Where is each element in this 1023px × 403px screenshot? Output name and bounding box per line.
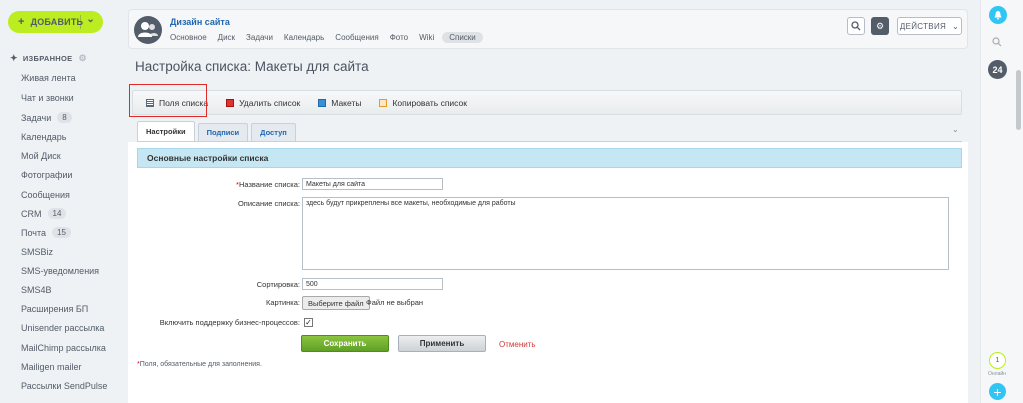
picture-label: Картинка: <box>265 298 300 307</box>
gear-icon[interactable]: ⚙ <box>78 53 86 64</box>
section-header: Основные настройки списка <box>137 148 962 168</box>
bp-checkbox[interactable]: ✓ <box>304 318 313 327</box>
group-tab-disk[interactable]: Диск <box>218 32 235 43</box>
header-search-button[interactable] <box>847 17 865 35</box>
counter-badge[interactable]: 24 <box>988 60 1007 79</box>
favorites-header[interactable]: ✦ ИЗБРАННОЕ ⚙ <box>10 53 87 64</box>
sidebar-item-calendar[interactable]: Календарь <box>21 132 66 142</box>
name-label: *Название списка: <box>236 180 300 189</box>
delete-list-button[interactable]: Удалить список <box>226 98 300 108</box>
delete-icon <box>226 98 235 107</box>
add-button[interactable]: + ДОБАВИТЬ ⌄ <box>8 11 103 33</box>
copy-icon <box>379 98 388 107</box>
sidebar-item-mail[interactable]: Почта 15 <box>21 227 71 238</box>
group-title[interactable]: Дизайн сайта <box>170 17 230 27</box>
apply-button[interactable]: Применить <box>398 335 486 352</box>
group-tab-main[interactable]: Основное <box>170 32 207 43</box>
tabs-divider <box>137 141 962 142</box>
online-users[interactable]: 1 <box>989 352 1006 369</box>
list-toolbar: Поля списка Удалить список Макеты Копиро… <box>132 90 962 115</box>
settings-tabs: Настройки Подписи Доступ <box>137 121 299 141</box>
sidebar-item-mailigen[interactable]: Mailigen mailer <box>21 362 82 372</box>
search-icon[interactable] <box>992 37 1002 50</box>
right-panel: 24 1 Онлайн + <box>980 0 1023 403</box>
sidebar-item-crm[interactable]: CRM 14 <box>21 208 67 219</box>
crm-count-badge: 14 <box>47 208 67 219</box>
sort-input[interactable] <box>302 278 443 290</box>
description-label: Описание списка: <box>237 199 300 208</box>
add-button-divider <box>80 15 81 29</box>
users-icon <box>138 22 158 37</box>
required-note: *Поля, обязательные для заполнения. <box>137 361 262 368</box>
chevron-down-icon[interactable]: ⌄ <box>86 14 95 25</box>
tab-access[interactable]: Доступ <box>251 123 296 141</box>
favorites-label: ИЗБРАННОЕ <box>22 54 73 63</box>
page-title: Настройка списка: Макеты для сайта <box>135 59 369 74</box>
left-sidebar: + ДОБАВИТЬ ⌄ ✦ ИЗБРАННОЕ ⚙ Живая лента Ч… <box>0 0 118 403</box>
group-tab-calendar[interactable]: Календарь <box>284 32 324 43</box>
collapse-chevron-icon[interactable]: ⌄ <box>952 125 959 134</box>
cancel-link[interactable]: Отменить <box>499 340 536 349</box>
tab-captions[interactable]: Подписи <box>197 123 249 141</box>
table-icon <box>318 98 327 107</box>
group-tab-tasks[interactable]: Задачи <box>246 32 273 43</box>
sidebar-item-mailchimp[interactable]: MailChimp рассылка <box>21 343 106 353</box>
sidebar-item-smsbiz[interactable]: SMSBiz <box>21 247 53 257</box>
mail-count-badge: 15 <box>52 227 71 238</box>
sidebar-item-disk[interactable]: Мой Диск <box>21 151 61 161</box>
tab-settings[interactable]: Настройки <box>137 121 195 141</box>
bell-icon <box>994 11 1002 20</box>
list-name-input[interactable] <box>302 178 443 190</box>
scrollbar[interactable] <box>1016 70 1021 130</box>
group-tab-lists[interactable]: Списки <box>442 32 483 43</box>
group-tab-wiki[interactable]: Wiki <box>419 32 434 43</box>
add-button-label: ДОБАВИТЬ <box>30 17 84 27</box>
save-button[interactable]: Сохранить <box>301 335 389 352</box>
choose-file-button[interactable]: Выберите файл <box>302 296 370 310</box>
group-header: Дизайн сайта Основное Диск Задачи Календ… <box>128 9 968 49</box>
sidebar-item-bp-extensions[interactable]: Расширения БП <box>21 304 88 314</box>
chevron-down-icon: ⌄ <box>952 21 960 31</box>
sidebar-item-sendpulse[interactable]: Рассылки SendPulse <box>21 381 107 391</box>
description-textarea[interactable]: здесь будут прикреплены все макеты, необ… <box>302 197 949 270</box>
bp-label: Включить поддержку бизнес-процессов: <box>159 318 300 327</box>
gear-icon: ⚙ <box>875 20 885 31</box>
group-avatar[interactable] <box>134 16 162 44</box>
plus-icon: + <box>18 16 25 28</box>
actions-dropdown[interactable]: ДЕЙСТВИЯ ⌄ <box>897 17 962 35</box>
group-tabs: Основное Диск Задачи Календарь Сообщения… <box>170 32 494 43</box>
highlight-frame <box>129 84 207 117</box>
sidebar-item-sms-notifications[interactable]: SMS-уведомления <box>21 266 99 276</box>
online-label: Онлайн <box>988 371 1006 377</box>
pin-icon: ✦ <box>10 53 18 63</box>
sidebar-item-tasks[interactable]: Задачи 8 <box>21 112 72 123</box>
mockups-button[interactable]: Макеты <box>318 98 361 108</box>
sort-label: Сортировка: <box>256 280 300 289</box>
add-icon[interactable]: + <box>989 383 1006 400</box>
copy-list-button[interactable]: Копировать список <box>379 98 467 108</box>
sidebar-item-messages[interactable]: Сообщения <box>21 190 70 200</box>
sidebar-item-photos[interactable]: Фотографии <box>21 170 72 180</box>
sidebar-item-sms4b[interactable]: SMS4B <box>21 285 52 295</box>
tasks-count-badge: 8 <box>57 112 72 123</box>
sidebar-item-live-feed[interactable]: Живая лента <box>21 73 76 83</box>
file-status: Файл не выбран <box>366 298 424 307</box>
group-tab-messages[interactable]: Сообщения <box>335 32 378 43</box>
group-tab-photo[interactable]: Фото <box>390 32 408 43</box>
header-settings-button[interactable]: ⚙ <box>871 17 889 35</box>
sidebar-item-unisender[interactable]: Unisender рассылка <box>21 323 104 333</box>
search-icon <box>851 21 861 31</box>
notifications-button[interactable] <box>989 6 1007 24</box>
sidebar-item-chat[interactable]: Чат и звонки <box>21 93 74 103</box>
